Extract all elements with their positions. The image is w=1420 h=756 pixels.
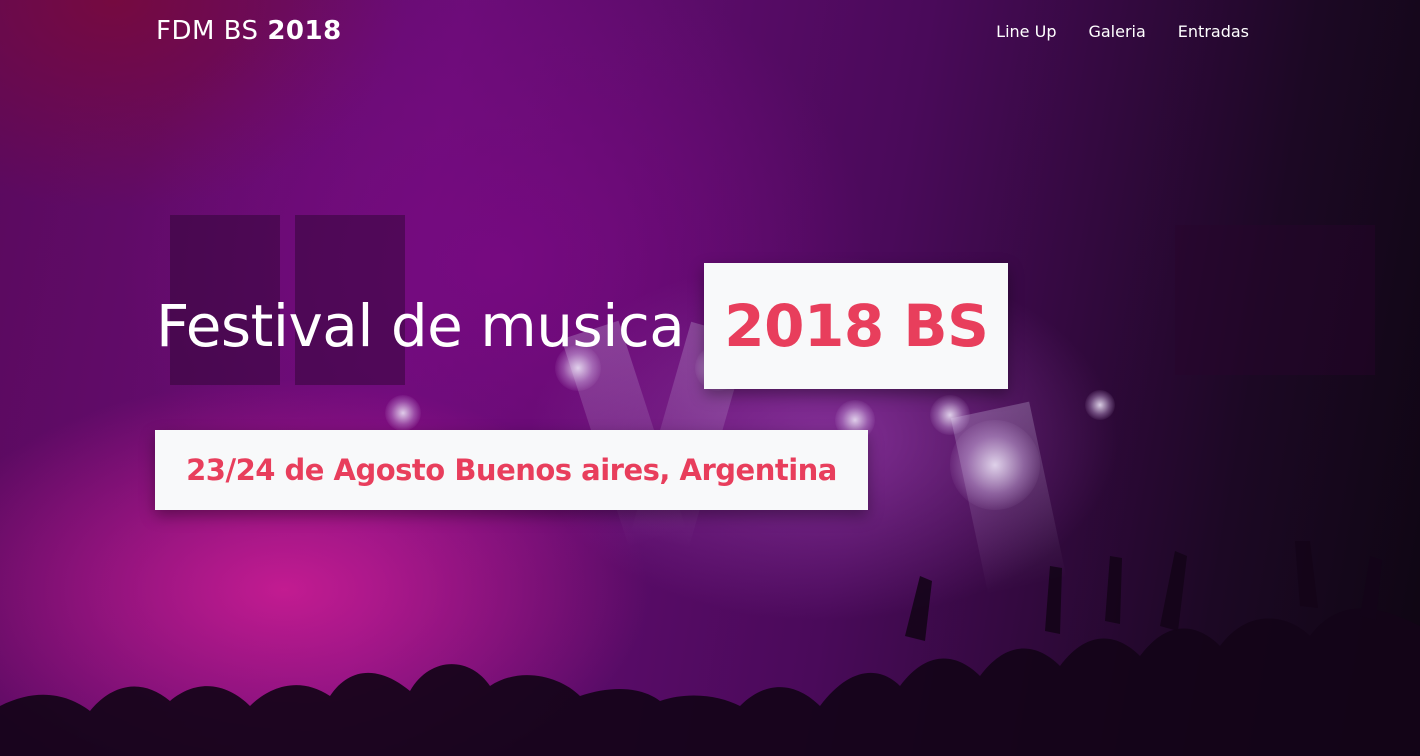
hero-section: FDM BS 2018 Line Up Galeria Entradas Fes… <box>0 0 1420 756</box>
brand-year: 2018 <box>267 16 342 46</box>
stage-light <box>1085 390 1115 420</box>
stage-speaker <box>1175 225 1375 375</box>
hero-headline: Festival de musica 2018 BS <box>156 263 1009 389</box>
highlight-badge: 2018 BS <box>704 263 1009 389</box>
event-date-location: 23/24 de Agosto Buenos aires, Argentina <box>155 430 868 510</box>
stage-light <box>385 395 421 431</box>
headline-text: Festival de musica <box>156 292 685 360</box>
nav-link-entradas[interactable]: Entradas <box>1178 22 1249 41</box>
stage-light <box>950 420 1040 510</box>
nav-link-galeria[interactable]: Galeria <box>1088 22 1145 41</box>
nav-link-line-up[interactable]: Line Up <box>996 22 1056 41</box>
navbar: FDM BS 2018 Line Up Galeria Entradas <box>0 0 1420 66</box>
brand-logo[interactable]: FDM BS 2018 <box>156 16 342 46</box>
brand-prefix: FDM BS <box>156 16 259 46</box>
nav-links: Line Up Galeria Entradas <box>996 22 1249 41</box>
crowd-silhouette <box>0 541 1420 756</box>
stage-light <box>930 395 970 435</box>
